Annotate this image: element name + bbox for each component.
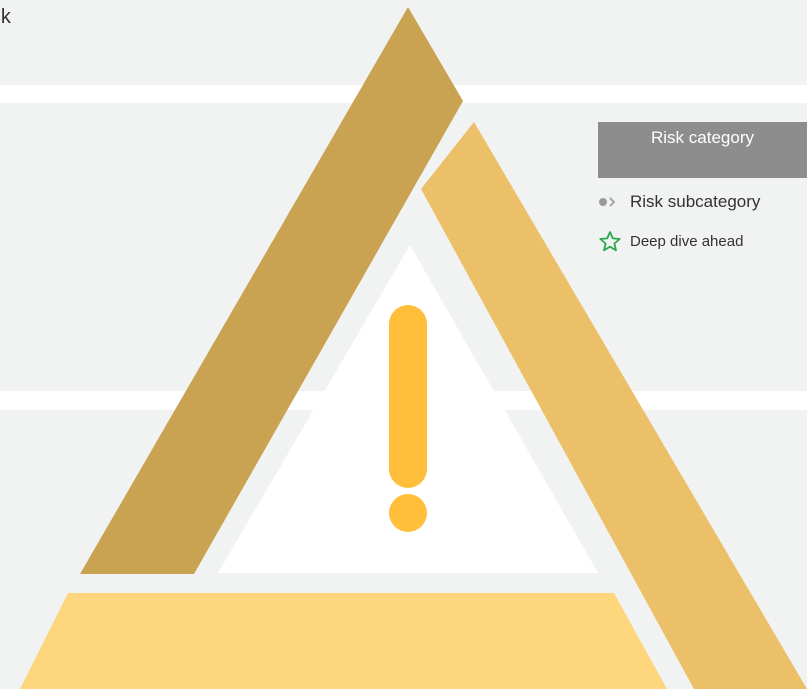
bullet-arrow-icon [598, 196, 624, 208]
legend-risk-category-box: Risk category [598, 122, 807, 178]
risk-diagram-page: ng risk isk Risk category Risk subcatego… [0, 0, 807, 689]
legend: Risk category Risk subcategory Deep dive… [598, 122, 807, 252]
risk-triangle-diagram [20, 7, 807, 689]
legend-row-deep-dive: Deep dive ahead [598, 230, 807, 252]
legend-subcategory-label: Risk subcategory [630, 192, 761, 211]
legend-row-subcategory: Risk subcategory [598, 192, 807, 212]
legend-category-label: Risk category [651, 128, 754, 147]
legend-deep-dive-label: Deep dive ahead [630, 232, 744, 250]
star-outline-icon [598, 230, 624, 252]
triangle-bottom-bar [20, 593, 667, 689]
